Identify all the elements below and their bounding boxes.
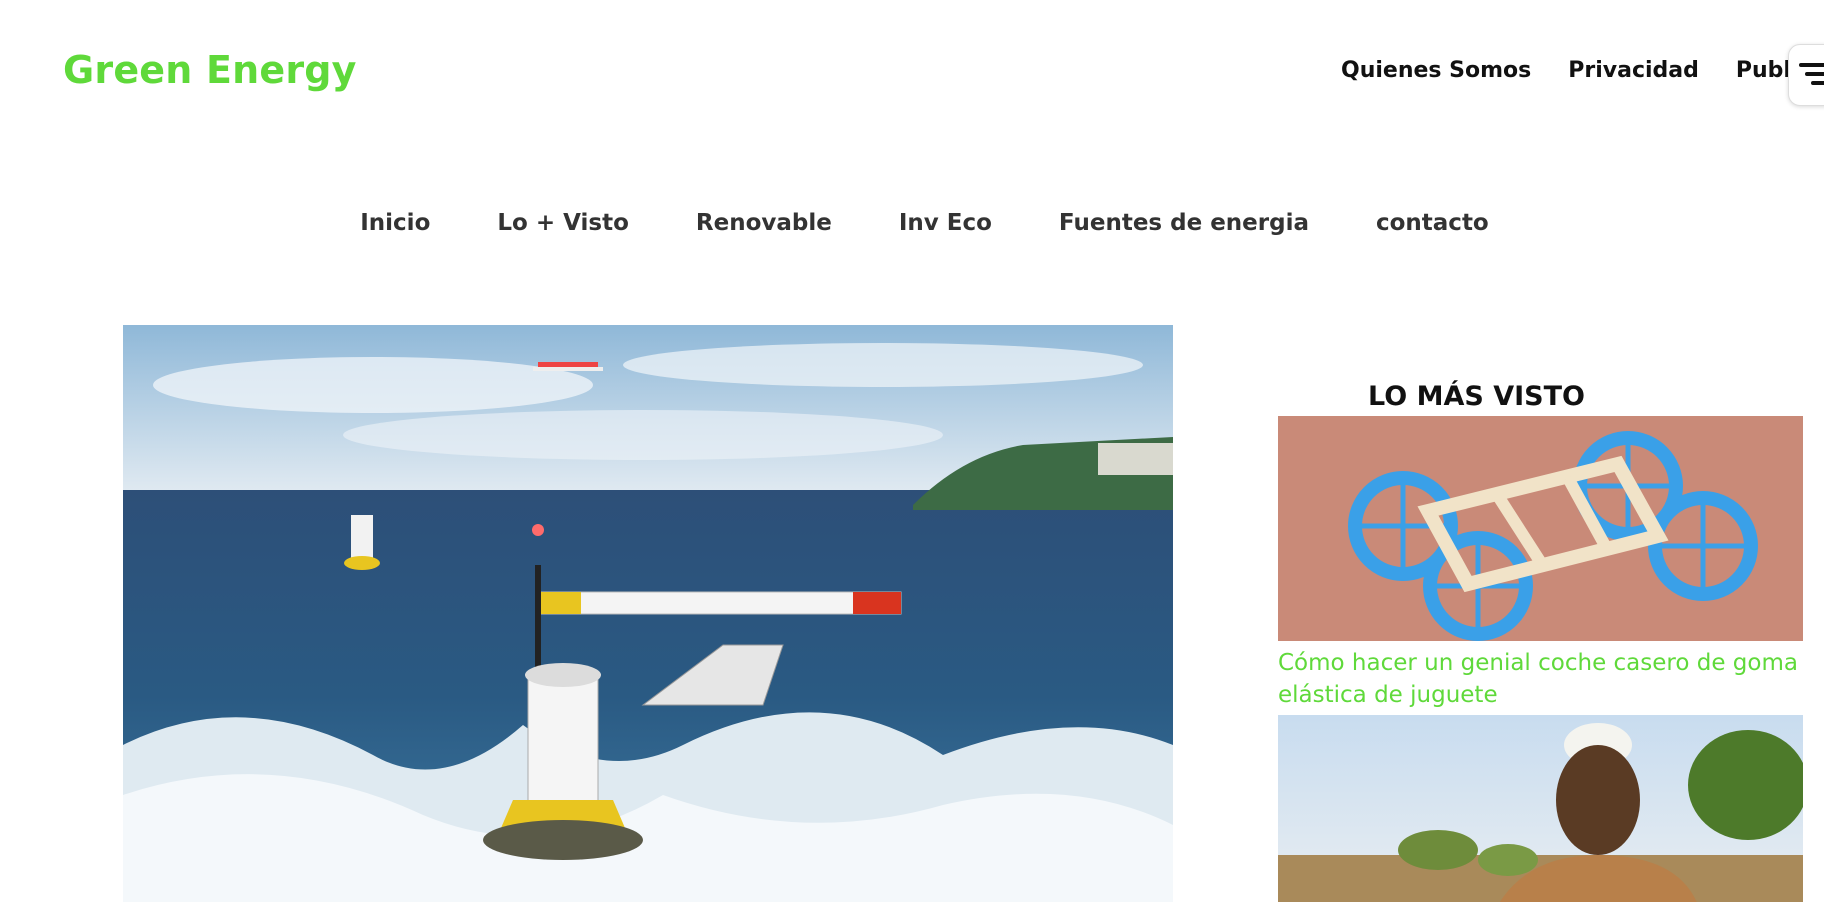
nav-fuentes-de-energia[interactable]: Fuentes de energia xyxy=(1059,210,1309,236)
menu-icon xyxy=(1799,63,1824,85)
nav-inicio[interactable]: Inicio xyxy=(360,210,430,236)
sidebar-most-viewed: LO MÁS VISTO Cómo hacer un genial coche … xyxy=(1278,378,1804,902)
menu-toggle-button[interactable] xyxy=(1788,44,1824,106)
nav-contacto[interactable]: contacto xyxy=(1376,210,1489,236)
post-image-rubber-band-car[interactable] xyxy=(1278,416,1803,641)
main-nav: Inicio Lo + Visto Renovable Inv Eco Fuen… xyxy=(0,210,1824,236)
post-link-rubber-band-car[interactable]: Cómo hacer un genial coche casero de gom… xyxy=(1278,647,1804,711)
top-nav-privacidad[interactable]: Privacidad xyxy=(1568,58,1699,83)
sidebar-title: LO MÁS VISTO xyxy=(1368,381,1585,412)
nav-renovable[interactable]: Renovable xyxy=(696,210,832,236)
nav-lo-mas-visto[interactable]: Lo + Visto xyxy=(497,210,629,236)
featured-image[interactable] xyxy=(123,325,1173,902)
site-logo[interactable]: Green Energy xyxy=(63,48,357,92)
site-header: Green Energy Quienes Somos Privacidad Pu… xyxy=(0,0,1824,145)
nav-inv-eco[interactable]: Inv Eco xyxy=(899,210,992,236)
top-nav-quienes-somos[interactable]: Quienes Somos xyxy=(1341,58,1531,83)
top-nav: Quienes Somos Privacidad Public xyxy=(1341,58,1812,83)
post-image-farmer[interactable] xyxy=(1278,715,1803,902)
